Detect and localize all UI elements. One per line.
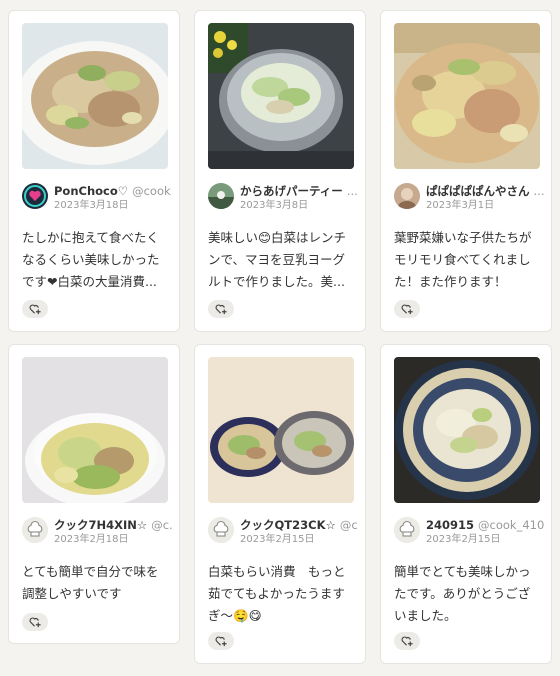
ghost-heart-avatar[interactable] <box>22 183 48 209</box>
user-handle: ... <box>346 184 358 198</box>
heart-plus-icon <box>401 636 413 647</box>
like-button[interactable] <box>208 632 234 650</box>
tsukurepo-comment[interactable]: 美味しい😊白菜はレンチンで、マヨを豆乳ヨーグルトで作りました。美... <box>208 227 356 293</box>
tsukurepo-card[interactable]: ぱぱぱぱぱんやさん ... 2023年3月1日 葉野菜嫌いな子供たちがモリモリ食… <box>380 10 552 332</box>
tsukurepo-comment[interactable]: たしかに抱えて食べたくなるくらい美味しかったです❤白菜の大量消費... <box>22 227 170 293</box>
tsukurepo-comment[interactable]: 葉野菜嫌いな子供たちがモリモリ食べてくれました！また作ります！ <box>394 227 542 293</box>
user-handle: @c... <box>151 518 172 532</box>
tsukurepo-card[interactable]: クック7H4XIN☆ @c... 2023年2月18日 とても簡単で自分で味を調… <box>8 344 180 644</box>
user-handle: @cook... <box>132 184 172 198</box>
user-handle: ... <box>533 184 544 198</box>
author-row[interactable]: PonChoco♡ @cook... 2023年3月18日 <box>22 183 172 213</box>
user-name[interactable]: クック7H4XIN☆ <box>54 518 147 532</box>
like-button[interactable] <box>208 300 234 318</box>
author-row[interactable]: クックQT23CK☆ @c... 2023年2月15日 <box>208 517 358 547</box>
tsukurepo-card[interactable]: クックQT23CK☆ @c... 2023年2月15日 白菜もらい消費 もっと茹… <box>194 344 366 664</box>
chef-hat-icon[interactable] <box>394 517 420 543</box>
recipe-photo[interactable] <box>22 23 168 169</box>
like-button[interactable] <box>394 300 420 318</box>
tsukurepo-card[interactable]: からあげパーティー ... 2023年3月8日 美味しい😊白菜はレンチンで、マヨ… <box>194 10 366 332</box>
tsukurepo-comment[interactable]: 簡単でとても美味しかったです。ありがとうございました。 <box>394 561 542 627</box>
chef-hat-icon[interactable] <box>22 517 48 543</box>
tsukurepo-comment[interactable]: 白菜もらい消費 もっと茹でてもよかったうますぎ〜🤤😋 <box>208 561 356 627</box>
user-name-line[interactable]: からあげパーティー ... <box>240 184 358 198</box>
author-row[interactable]: ぱぱぱぱぱんやさん ... 2023年3月1日 <box>394 183 544 213</box>
heart-plus-icon <box>29 617 41 628</box>
recipe-photo[interactable] <box>208 357 354 503</box>
user-name-line[interactable]: ぱぱぱぱぱんやさん ... <box>426 184 544 198</box>
tsukurepo-card[interactable]: PonChoco♡ @cook... 2023年3月18日 たしかに抱えて食べた… <box>8 10 180 332</box>
user-name-line[interactable]: PonChoco♡ @cook... <box>54 184 172 198</box>
post-date: 2023年3月1日 <box>426 200 495 211</box>
like-button[interactable] <box>22 300 48 318</box>
like-button[interactable] <box>394 632 420 650</box>
author-row[interactable]: 240915 @cook_410... 2023年2月15日 <box>394 517 544 547</box>
recipe-photo[interactable] <box>22 357 168 503</box>
chef-hat-icon[interactable] <box>208 517 234 543</box>
tsukurepo-comment[interactable]: とても簡単で自分で味を調整しやすいです <box>22 561 170 605</box>
user-handle: @cook_410... <box>478 518 544 532</box>
author-row[interactable]: からあげパーティー ... 2023年3月8日 <box>208 183 358 213</box>
recipe-photo[interactable] <box>394 357 540 503</box>
user-handle: @c... <box>339 518 358 532</box>
tsukurepo-card[interactable]: 240915 @cook_410... 2023年2月15日 簡単でとても美味し… <box>380 344 552 664</box>
user-name[interactable]: からあげパーティー <box>240 184 343 198</box>
user-name[interactable]: 240915 <box>426 518 474 532</box>
page-bottom-edge <box>0 664 560 676</box>
recipe-photo[interactable] <box>208 23 354 169</box>
photo-avatar[interactable] <box>208 183 234 209</box>
post-date: 2023年2月15日 <box>426 534 501 545</box>
user-name[interactable]: PonChoco♡ <box>54 184 128 198</box>
heart-plus-icon <box>215 636 227 647</box>
user-name-line[interactable]: クックQT23CK☆ @c... <box>240 518 358 532</box>
photo-avatar[interactable] <box>394 183 420 209</box>
post-date: 2023年3月18日 <box>54 200 129 211</box>
recipe-photo[interactable] <box>394 23 540 169</box>
user-name-line[interactable]: 240915 @cook_410... <box>426 518 544 532</box>
heart-plus-icon <box>29 304 41 315</box>
heart-plus-icon <box>215 304 227 315</box>
post-date: 2023年2月18日 <box>54 534 129 545</box>
user-name[interactable]: ぱぱぱぱぱんやさん <box>426 184 530 198</box>
user-name-line[interactable]: クック7H4XIN☆ @c... <box>54 518 172 532</box>
like-button[interactable] <box>22 613 48 631</box>
user-name[interactable]: クックQT23CK☆ <box>240 518 336 532</box>
heart-plus-icon <box>401 304 413 315</box>
post-date: 2023年2月15日 <box>240 534 315 545</box>
author-row[interactable]: クック7H4XIN☆ @c... 2023年2月18日 <box>22 517 172 547</box>
post-date: 2023年3月8日 <box>240 200 309 211</box>
